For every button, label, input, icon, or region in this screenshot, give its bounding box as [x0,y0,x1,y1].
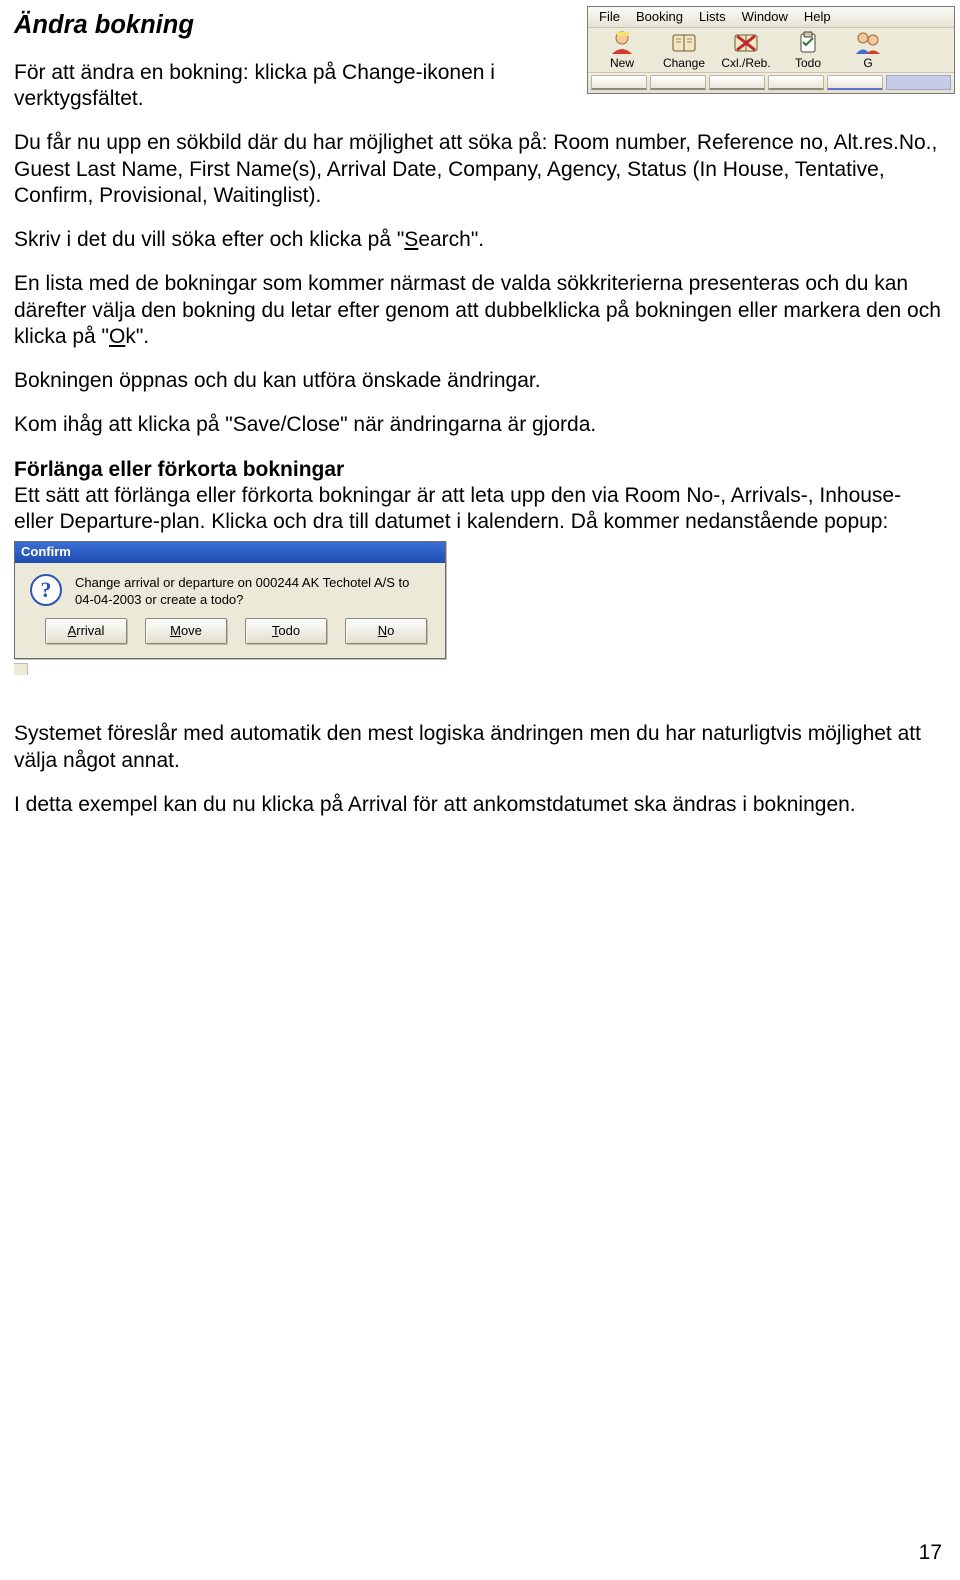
question-icon: ? [29,573,63,607]
menu-lists[interactable]: Lists [692,8,733,26]
tab-spacer [886,75,951,90]
paragraph-open-booking: Bokningen öppnas och du kan utföra önska… [14,368,946,394]
paragraph-search-fields: Du får nu upp en sökbild där du har möjl… [14,130,946,209]
toolbar-change[interactable]: Change [653,30,715,72]
paragraph-example-arrival: I detta exempel kan du nu klicka på Arri… [14,792,946,818]
toolbar-todo-label: Todo [795,56,821,70]
menubar: File Booking Lists Window Help [588,7,954,28]
menu-booking[interactable]: Booking [629,8,690,26]
tab-3[interactable] [709,75,765,90]
tab-4[interactable] [768,75,824,90]
paragraph-search-hint: Skriv i det du vill söka efter och klick… [14,227,946,253]
todo-button[interactable]: Todo [245,618,327,644]
confirm-dialog: Confirm ? Change arrival or departure on… [14,541,446,659]
tab-1[interactable] [591,75,647,90]
cancel-book-icon [731,30,761,56]
toolbar-cxlreb[interactable]: Cxl./Reb. [715,30,777,72]
confirm-message: Change arrival or departure on 000244 AK… [75,573,409,609]
paragraph-result-list: En lista med de bokningar som kommer när… [14,271,946,350]
tab-5[interactable] [827,75,883,90]
svg-text:?: ? [41,577,52,602]
toolbar-g[interactable]: G [839,30,897,72]
confirm-titlebar: Confirm [15,542,445,562]
arrival-button[interactable]: Arrival [45,618,127,644]
toolbar-new-label: New [610,56,634,70]
paragraph-save-close: Kom ihåg att klicka på "Save/Close" när … [14,412,946,438]
page-number: 17 [919,1540,942,1566]
menu-file[interactable]: File [592,8,627,26]
app-toolbar-screenshot: File Booking Lists Window Help New Chang… [587,6,955,94]
toolbar-g-label: G [863,56,872,70]
menu-window[interactable]: Window [735,8,795,26]
no-button[interactable]: No [345,618,427,644]
toolbar-icon-row: New Change Cxl./Reb. [588,28,954,73]
subheading-extend: Förlänga eller förkorta bokningar [14,458,344,481]
tab-2[interactable] [650,75,706,90]
group-icon [854,30,882,56]
toolbar-change-label: Change [663,56,705,70]
paragraph-system-suggest: Systemet föreslår med automatik den mest… [14,721,946,774]
toolbar-todo[interactable]: Todo [777,30,839,72]
toolbar-new[interactable]: New [591,30,653,72]
clipboard-icon [793,30,823,56]
confirm-button-row: Arrival Move Todo No [15,614,445,658]
menu-help[interactable]: Help [797,8,838,26]
move-button[interactable]: Move [145,618,227,644]
paragraph-intro: För att ändra en bokning: klicka på Chan… [14,60,624,113]
confirm-dialog-wrap: Confirm ? Change arrival or departure on… [14,539,446,671]
toolbar-cxlreb-label: Cxl./Reb. [721,56,770,70]
tab-strip [588,73,954,93]
person-icon [607,30,637,56]
book-icon [669,30,699,56]
dialog-corner-decoration [14,663,28,675]
paragraph-extend-shorten: Förlänga eller förkorta bokningar Ett sä… [14,457,946,536]
